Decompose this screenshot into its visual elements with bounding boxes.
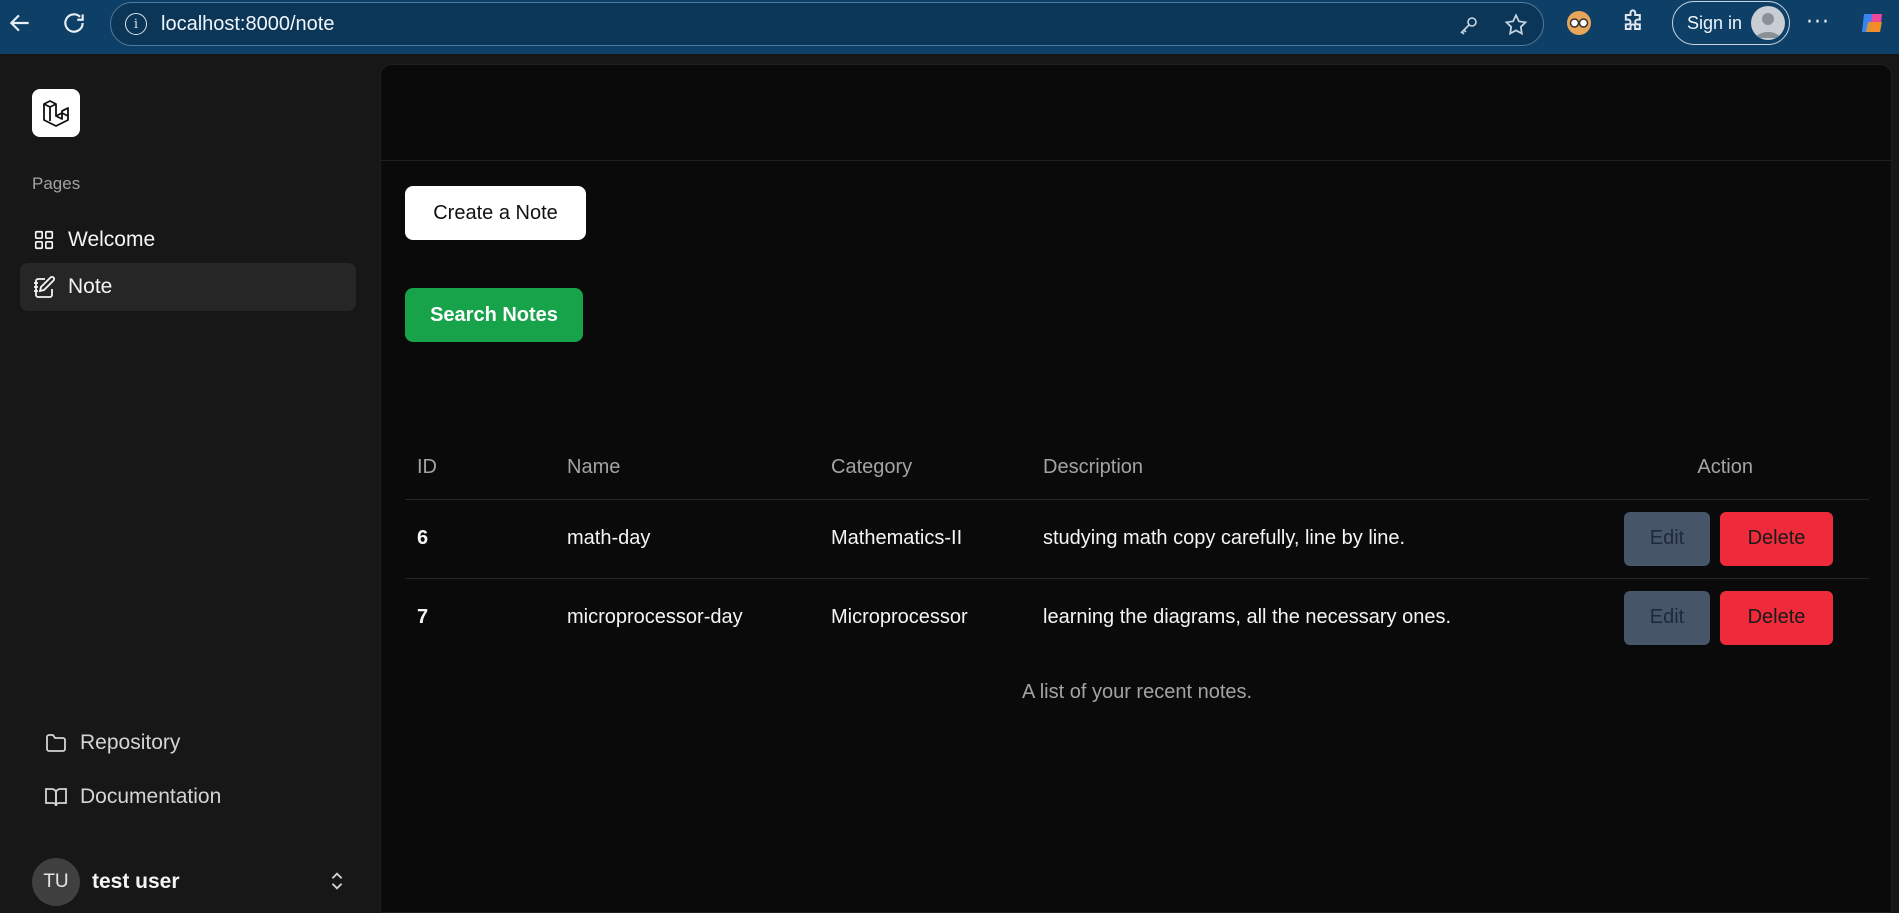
reload-button[interactable]	[56, 5, 92, 41]
grid-icon	[32, 228, 56, 252]
cell-name: microprocessor-day	[567, 606, 743, 629]
sign-in-button[interactable]: Sign in	[1672, 1, 1790, 45]
sidebar-item-welcome[interactable]: Welcome	[20, 216, 356, 264]
table-row: 6 math-day Mathematics-II studying math …	[405, 499, 1869, 579]
sidebar-item-label: Welcome	[68, 228, 156, 251]
table-row: 7 microprocessor-day Microprocessor lear…	[405, 578, 1869, 657]
extensions-puzzle-icon[interactable]	[1620, 8, 1648, 40]
cell-category: Mathematics-II	[819, 499, 1031, 579]
main-panel: Create a Note Search Notes ID Name Categ…	[380, 64, 1892, 913]
cell-action: Edit Delete	[1561, 499, 1869, 579]
sidebar-item-label: Note	[68, 275, 113, 298]
documentation-label: Documentation	[80, 785, 222, 808]
cell-action: Edit Delete	[1561, 578, 1869, 657]
top-header	[381, 65, 1891, 161]
notebook-pen-icon	[32, 275, 56, 299]
cell-description: learning the diagrams, all the necessary…	[1043, 606, 1452, 629]
browser-menu-button[interactable]: ···	[1806, 10, 1830, 35]
column-header-description: Description	[1031, 437, 1561, 500]
back-button[interactable]	[2, 5, 38, 41]
cell-id: 7	[417, 606, 429, 629]
user-menu-button[interactable]: TU test user	[32, 858, 348, 906]
key-icon[interactable]	[1457, 13, 1481, 37]
column-header-id: ID	[405, 437, 555, 500]
column-header-category: Category	[819, 437, 1031, 500]
delete-button[interactable]: Delete	[1720, 511, 1833, 566]
extension-glasses-icon[interactable]	[1566, 10, 1592, 40]
site-info-icon[interactable]: i	[125, 13, 147, 35]
reload-icon	[64, 13, 84, 33]
cell-category: Microprocessor	[831, 606, 968, 629]
documentation-link[interactable]: Documentation	[44, 785, 221, 809]
repository-label: Repository	[80, 731, 181, 754]
laravel-logo-icon	[43, 100, 69, 127]
folder-icon	[44, 731, 68, 755]
copilot-icon[interactable]	[1858, 8, 1888, 38]
url-text[interactable]: localhost:8000/note	[161, 13, 334, 36]
notes-table: ID Name Category Description Action 6 ma…	[405, 437, 1869, 657]
cell-id: 6	[405, 499, 555, 579]
user-name: test user	[92, 870, 180, 893]
cell-name: math-day	[555, 499, 819, 579]
star-icon[interactable]	[1503, 12, 1529, 38]
column-header-action: Action	[1561, 437, 1869, 500]
table-header-row: ID Name Category Description Action	[405, 437, 1869, 500]
sign-in-label: Sign in	[1687, 12, 1743, 33]
delete-button[interactable]: Delete	[1720, 590, 1833, 645]
edit-button[interactable]: Edit	[1624, 590, 1710, 645]
sidebar: Pages Welcome Note Repository Documentat…	[0, 54, 380, 913]
table-caption: A list of your recent notes.	[1021, 681, 1253, 703]
profile-avatar-icon	[1751, 6, 1785, 40]
repository-link[interactable]: Repository	[44, 731, 180, 755]
sidebar-group-label: Pages	[32, 174, 81, 193]
cell-description: studying math copy carefully, line by li…	[1031, 499, 1561, 579]
address-bar[interactable]: i localhost:8000/note	[110, 2, 1544, 46]
chevrons-up-down-icon	[331, 872, 343, 890]
edit-button[interactable]: Edit	[1624, 511, 1710, 566]
sidebar-item-note[interactable]: Note	[20, 263, 356, 311]
browser-toolbar: i localhost:8000/note Sign in ···	[0, 0, 1899, 54]
create-note-button[interactable]: Create a Note	[405, 186, 586, 240]
app-logo[interactable]	[32, 89, 80, 137]
book-open-icon	[44, 785, 68, 809]
arrow-left-icon	[9, 14, 29, 32]
column-header-name: Name	[555, 437, 819, 500]
search-notes-button[interactable]: Search Notes	[405, 288, 583, 342]
avatar: TU	[32, 858, 80, 906]
